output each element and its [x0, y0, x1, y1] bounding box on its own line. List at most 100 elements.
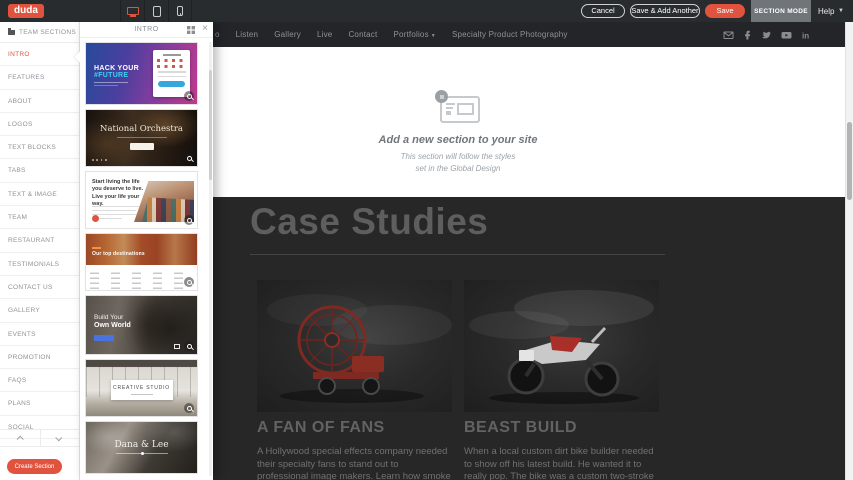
mobile-view-button[interactable]: [168, 0, 192, 22]
sidebar-item-testimonials[interactable]: TESTIMONIALS: [0, 253, 79, 276]
sidebar-item-promotion[interactable]: PROMOTION: [0, 346, 79, 369]
ornament-dot: [141, 452, 144, 455]
create-section-button[interactable]: Create Section: [7, 459, 62, 474]
cta-button-bar: [94, 335, 114, 341]
text-bar: [131, 394, 153, 395]
close-icon[interactable]: ×: [202, 23, 208, 34]
save-button[interactable]: Save: [705, 4, 745, 18]
page-scrollbar-thumb[interactable]: [847, 122, 852, 200]
site-canvas: o Listen Gallery Live Contact Portfolios…: [213, 22, 845, 480]
intro-sections-panel: INTRO × HACK YOUR #FUTURE Na: [80, 22, 213, 480]
nav-item-clipped[interactable]: o: [215, 30, 220, 39]
email-icon[interactable]: [723, 30, 734, 40]
thumb-text: HACK YOUR #FUTURE: [94, 65, 139, 86]
scroll-up-button[interactable]: [0, 430, 40, 446]
card-title: A FAN OF FANS: [257, 419, 452, 437]
preview-zoom-icon[interactable]: [184, 215, 194, 225]
mobile-icon: [177, 6, 183, 16]
panel-scrollbar[interactable]: [209, 42, 212, 476]
thumb-title: National Orchestra: [86, 124, 197, 134]
grid-view-icon[interactable]: [187, 26, 195, 34]
preview-zoom-icon[interactable]: [184, 153, 194, 163]
preview-zoom-icon[interactable]: [184, 403, 194, 413]
sidebar-item-team[interactable]: TEAM: [0, 206, 79, 229]
slider-dots: [92, 159, 107, 161]
card-text: A Hollywood special effects company need…: [257, 446, 452, 480]
thumbnail-top-destinations[interactable]: Our top destinations: [85, 233, 198, 291]
placeholder-title: Add a new section to your site: [258, 134, 658, 146]
svg-text:in: in: [802, 31, 809, 40]
new-section-dropzone[interactable]: Add a new section to your site This sect…: [213, 47, 845, 197]
panel-header: INTRO ×: [80, 22, 213, 38]
sidebar-item-features[interactable]: FEATURES: [0, 66, 79, 89]
nav-item-live[interactable]: Live: [317, 30, 332, 39]
sidebar-header-label: TEAM SECTIONS: [19, 29, 76, 36]
desktop-icon: [127, 7, 139, 15]
thumbnail-national-orchestra[interactable]: National Orchestra: [85, 109, 198, 167]
sidebar-item-text-image[interactable]: TEXT & IMAGE: [0, 183, 79, 206]
thumbnail-creative-studio[interactable]: CREATIVE STUDIO: [85, 359, 198, 417]
sidebar-item-tabs[interactable]: TABS: [0, 159, 79, 182]
nav-social-icons: in: [723, 22, 812, 47]
tablet-icon: [153, 6, 161, 17]
sidebar-item-gallery[interactable]: GALLERY: [0, 299, 79, 322]
cta-dot: [92, 215, 99, 222]
scroll-down-button[interactable]: [40, 430, 80, 446]
thumbnail-start-living[interactable]: Start living the life you deserve to liv…: [85, 171, 198, 229]
sidebar-item-contact-us[interactable]: CONTACT US: [0, 276, 79, 299]
chevron-down-icon: [56, 434, 63, 441]
card-title: BEAST BUILD: [464, 419, 659, 437]
heading-divider: [250, 254, 665, 255]
sidebar-item-text-blocks[interactable]: TEXT BLOCKS: [0, 136, 79, 159]
section-mode-badge: SECTION MODE: [751, 0, 811, 22]
chevron-down-icon: ▼: [431, 33, 436, 39]
preview-zoom-icon[interactable]: [184, 91, 194, 101]
add-section-placeholder: Add a new section to your site This sect…: [258, 92, 658, 176]
duda-logo: duda: [8, 4, 44, 18]
nav-item-specialty-product-photography[interactable]: Specialty Product Photography: [452, 30, 568, 39]
nav-item-portfolios[interactable]: Portfolios▼: [393, 30, 436, 39]
form-submit-bar: [158, 81, 185, 87]
help-menu[interactable]: Help: [818, 7, 834, 16]
sidebar-item-plans[interactable]: PLANS: [0, 392, 79, 415]
chevron-up-icon: [17, 435, 24, 442]
cancel-button[interactable]: Cancel: [581, 4, 625, 18]
sidebar-item-logos[interactable]: LOGOS: [0, 113, 79, 136]
site-nav: o Listen Gallery Live Contact Portfolios…: [213, 22, 845, 47]
sidebar-header: TEAM SECTIONS: [0, 22, 79, 43]
thumbnail-build-your-own-world[interactable]: Build Your Own World: [85, 295, 198, 355]
top-bar: duda Cancel Save & Add Another Save SECT…: [0, 0, 853, 22]
preview-zoom-icon[interactable]: [184, 341, 194, 351]
sidebar-item-restaurant[interactable]: RESTAURANT: [0, 229, 79, 252]
thumbnail-hack-your-future[interactable]: HACK YOUR #FUTURE: [85, 42, 198, 105]
section-layout-icon: [436, 92, 480, 124]
sidebar-item-faqs[interactable]: FAQS: [0, 369, 79, 392]
card-text: When a local custom dirt bike builder ne…: [464, 446, 659, 480]
preview-zoom-icon[interactable]: [184, 277, 194, 287]
paragraph-bars: [92, 203, 142, 219]
form-fields: [157, 59, 187, 68]
youtube-icon[interactable]: [781, 30, 792, 40]
page-scrollbar[interactable]: [845, 22, 853, 480]
sidebar-item-events[interactable]: EVENTS: [0, 323, 79, 346]
fan-machine-image: [257, 280, 452, 412]
sidebar-item-about[interactable]: ABOUT: [0, 90, 79, 113]
nav-item-gallery[interactable]: Gallery: [274, 30, 301, 39]
case-study-card-fan-of-fans: A FAN OF FANS A Hollywood special effect…: [257, 280, 452, 480]
nav-item-listen[interactable]: Listen: [236, 30, 259, 39]
thumb-title: Own World: [94, 322, 131, 329]
panel-scrollbar-thumb[interactable]: [209, 70, 212, 180]
drag-handle-badge-icon: [435, 90, 448, 103]
tablet-view-button[interactable]: [144, 0, 168, 22]
twitter-icon[interactable]: [761, 30, 772, 40]
signup-form-card: [153, 50, 190, 97]
nav-item-contact[interactable]: Contact: [348, 30, 377, 39]
save-and-add-another-button[interactable]: Save & Add Another: [630, 4, 700, 18]
thumbnail-dana-and-lee[interactable]: Dana & Lee: [85, 421, 198, 474]
linkedin-icon[interactable]: in: [801, 30, 812, 40]
sidebar-item-intro[interactable]: INTRO: [0, 43, 79, 66]
facebook-icon[interactable]: [743, 30, 752, 40]
form-line: [158, 76, 186, 78]
desktop-view-button[interactable]: [120, 0, 144, 22]
help-chevron-down-icon[interactable]: ▼: [838, 8, 844, 14]
